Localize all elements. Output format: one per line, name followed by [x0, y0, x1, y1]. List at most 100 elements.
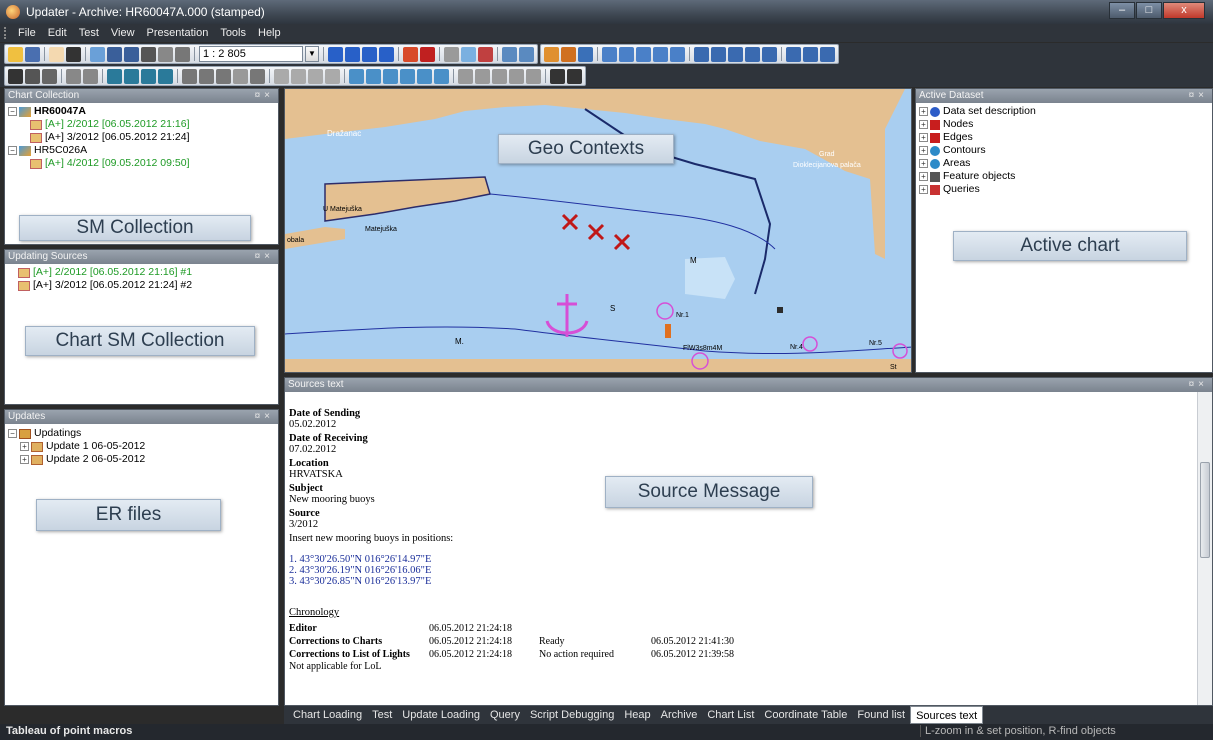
zoom-in-icon[interactable]: [107, 46, 122, 62]
tab-update-loading[interactable]: Update Loading: [397, 706, 485, 724]
expand-icon[interactable]: +: [919, 146, 928, 155]
panel-controls[interactable]: ¤×: [1189, 89, 1208, 103]
collapse-icon[interactable]: −: [8, 146, 17, 155]
list-item[interactable]: [A+] 3/2012 [06.05.2012 21:24] #2: [8, 279, 275, 292]
zoom-previous-icon[interactable]: [175, 46, 190, 62]
chart-map-canvas[interactable]: Dražanac Grad Dioklecijanova palača U Ma…: [285, 89, 912, 373]
window-icon[interactable]: [670, 46, 685, 62]
eraser-icon[interactable]: [444, 46, 459, 62]
menu-view[interactable]: View: [105, 27, 141, 39]
window-icon[interactable]: [636, 46, 651, 62]
tab-script-debugging[interactable]: Script Debugging: [525, 706, 619, 724]
node-icon[interactable]: [158, 68, 173, 84]
close-button[interactable]: x: [1163, 2, 1205, 19]
tree-node-update[interactable]: + Update 1 06-05-2012: [8, 440, 275, 453]
draw-curve-icon[interactable]: [420, 46, 435, 62]
expand-icon[interactable]: +: [20, 455, 29, 464]
contour-icon[interactable]: [383, 68, 398, 84]
arrow-left-icon[interactable]: [328, 46, 343, 62]
window-icon[interactable]: [619, 46, 634, 62]
tree-node-update[interactable]: [A+] 2/2012 [06.05.2012 21:16]: [8, 118, 275, 131]
expand-icon[interactable]: +: [919, 172, 928, 181]
edge-icon[interactable]: [250, 68, 265, 84]
refresh-icon[interactable]: [158, 46, 173, 62]
arrow-right-icon[interactable]: [379, 46, 394, 62]
contour-icon[interactable]: [349, 68, 364, 84]
list-item[interactable]: [A+] 2/2012 [06.05.2012 21:16] #1: [8, 266, 275, 279]
undo-icon[interactable]: [66, 68, 81, 84]
tree-node-root[interactable]: − Updatings: [8, 427, 275, 440]
panel-controls[interactable]: ¤×: [255, 250, 274, 264]
area-icon[interactable]: [526, 68, 541, 84]
collapse-icon[interactable]: −: [8, 429, 17, 438]
table-icon[interactable]: [502, 46, 517, 62]
menu-test[interactable]: Test: [73, 27, 105, 39]
window-icon[interactable]: [762, 46, 777, 62]
split-view-icon[interactable]: [519, 46, 534, 62]
arrow-down-icon[interactable]: [362, 46, 377, 62]
sounding-icon[interactable]: [291, 68, 306, 84]
object-icon[interactable]: [42, 68, 57, 84]
node-icon[interactable]: [124, 68, 139, 84]
expand-icon[interactable]: +: [919, 159, 928, 168]
contour-icon[interactable]: [417, 68, 432, 84]
tab-coordinate-table[interactable]: Coordinate Table: [759, 706, 852, 724]
maximize-button[interactable]: □: [1136, 2, 1162, 19]
tab-chart-loading[interactable]: Chart Loading: [288, 706, 367, 724]
pointer-icon[interactable]: [66, 46, 81, 62]
expand-icon[interactable]: +: [919, 185, 928, 194]
window-icon[interactable]: [745, 46, 760, 62]
window-icon[interactable]: [602, 46, 617, 62]
tab-test[interactable]: Test: [367, 706, 397, 724]
window-icon[interactable]: [786, 46, 801, 62]
tree-node-chart[interactable]: − HR60047A: [8, 105, 275, 118]
edge-icon[interactable]: [182, 68, 197, 84]
tab-query[interactable]: Query: [485, 706, 525, 724]
collapse-icon[interactable]: −: [8, 107, 17, 116]
menu-file[interactable]: File: [12, 27, 42, 39]
edge-icon[interactable]: [199, 68, 214, 84]
tab-sources-text[interactable]: Sources text: [910, 706, 984, 724]
tree-node-features[interactable]: + Feature objects: [919, 170, 1209, 183]
tree-node-nodes[interactable]: + Nodes: [919, 118, 1209, 131]
area-icon[interactable]: [458, 68, 473, 84]
menu-help[interactable]: Help: [252, 27, 287, 39]
window-icon[interactable]: [803, 46, 818, 62]
sounding-icon[interactable]: [308, 68, 323, 84]
area-icon[interactable]: [509, 68, 524, 84]
chevron-down-icon[interactable]: ▼: [305, 46, 319, 62]
tree-node-update[interactable]: [A+] 4/2012 [09.05.2012 09:50]: [8, 157, 275, 170]
node-icon[interactable]: [107, 68, 122, 84]
window-icon[interactable]: [728, 46, 743, 62]
window-icon[interactable]: [653, 46, 668, 62]
contour-icon[interactable]: [434, 68, 449, 84]
panel-controls[interactable]: ¤×: [1189, 378, 1208, 392]
anchor-icon[interactable]: [8, 68, 23, 84]
grip-icon[interactable]: [4, 27, 8, 39]
window-icon[interactable]: [820, 46, 835, 62]
tree-node-queries[interactable]: + Queries: [919, 183, 1209, 196]
scroll-thumb[interactable]: [1200, 462, 1210, 558]
sounding-icon[interactable]: [325, 68, 340, 84]
expand-icon[interactable]: +: [919, 133, 928, 142]
edge-icon[interactable]: [216, 68, 231, 84]
hand-pan-icon[interactable]: [49, 46, 64, 62]
checkmark-icon[interactable]: [550, 68, 565, 84]
zoom-out-icon[interactable]: [124, 46, 139, 62]
tree-node-update[interactable]: + Update 2 06-05-2012: [8, 453, 275, 466]
tab-chart-list[interactable]: Chart List: [702, 706, 759, 724]
redo-icon[interactable]: [83, 68, 98, 84]
pencil-icon[interactable]: [233, 68, 248, 84]
contour-icon[interactable]: [366, 68, 381, 84]
vertical-scrollbar[interactable]: [1197, 392, 1212, 705]
tab-heap[interactable]: Heap: [619, 706, 655, 724]
tree-node-contours[interactable]: + Contours: [919, 144, 1209, 157]
chart-map-view[interactable]: Dražanac Grad Dioklecijanova palača U Ma…: [284, 88, 912, 373]
window-icon[interactable]: [694, 46, 709, 62]
layer-icon[interactable]: [544, 46, 559, 62]
measure-icon[interactable]: [478, 46, 493, 62]
expand-icon[interactable]: +: [919, 120, 928, 129]
open-folder-icon[interactable]: [8, 46, 23, 62]
panel-controls[interactable]: ¤×: [255, 410, 274, 424]
sounding-icon[interactable]: [274, 68, 289, 84]
